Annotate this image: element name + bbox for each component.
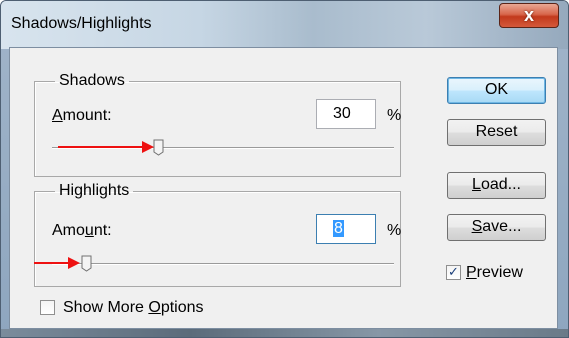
reset-button[interactable]: Reset bbox=[447, 119, 546, 146]
load-button[interactable]: Load... bbox=[447, 172, 546, 199]
title-bar[interactable]: Shadows/Highlights x bbox=[1, 1, 568, 49]
shadows-annotation-arrow-line bbox=[58, 146, 144, 148]
show-more-options-checkbox[interactable] bbox=[40, 300, 55, 315]
save-button[interactable]: Save... bbox=[447, 214, 546, 241]
dialog-body: Shadows Amount: 30 % Highlights Amount: … bbox=[9, 47, 558, 329]
shadows-slider-thumb[interactable] bbox=[153, 139, 164, 156]
highlights-amount-input[interactable]: 8 bbox=[316, 214, 376, 244]
highlights-percent-label: % bbox=[387, 222, 402, 239]
ok-button[interactable]: OK bbox=[447, 77, 546, 104]
shadows-percent-label: % bbox=[387, 107, 402, 124]
shadows-amount-value: 30 bbox=[333, 105, 351, 122]
highlights-amount-value: 8 bbox=[333, 220, 344, 237]
highlights-annotation-arrow-head bbox=[68, 257, 80, 269]
shadows-legend: Shadows bbox=[59, 72, 125, 89]
shadows-amount-label: Amount: bbox=[52, 107, 112, 124]
shadows-highlights-dialog: Shadows/Highlights x Shadows Amount: 30 … bbox=[0, 0, 569, 338]
close-button[interactable]: x bbox=[499, 3, 559, 28]
checkmark-icon: ✓ bbox=[448, 264, 459, 279]
highlights-slider-thumb[interactable] bbox=[81, 255, 92, 272]
show-more-options-label[interactable]: Show More Options bbox=[63, 299, 204, 317]
window-title: Shadows/Highlights bbox=[11, 15, 152, 32]
highlights-legend: Highlights bbox=[59, 182, 130, 199]
preview-label[interactable]: Preview bbox=[466, 264, 523, 282]
preview-checkbox[interactable]: ✓ bbox=[446, 265, 461, 280]
shadows-amount-input[interactable]: 30 bbox=[316, 99, 376, 129]
highlights-amount-label: Amount: bbox=[52, 222, 112, 239]
close-icon: x bbox=[523, 5, 534, 25]
shadows-annotation-arrow-head bbox=[142, 141, 154, 153]
background-strip bbox=[1, 329, 568, 337]
highlights-annotation-arrow-line bbox=[34, 262, 70, 264]
highlights-slider-track[interactable] bbox=[52, 263, 394, 265]
